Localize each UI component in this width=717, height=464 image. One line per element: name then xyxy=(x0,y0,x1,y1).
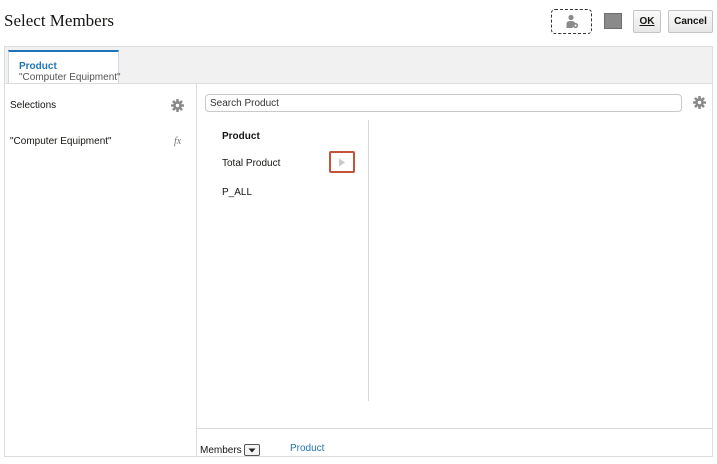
selections-panel: Selections "Computer Equipment" fx xyxy=(5,84,197,456)
layout-toggle-button[interactable] xyxy=(604,13,622,29)
user-settings-icon xyxy=(566,14,578,28)
selection-item[interactable]: "Computer Equipment" xyxy=(10,136,112,147)
user-filter-button[interactable] xyxy=(551,9,592,34)
search-input[interactable]: Search Product xyxy=(205,94,682,112)
member-item-total-product[interactable]: Total Product xyxy=(222,158,280,169)
gear-icon[interactable] xyxy=(693,96,706,109)
selections-title: Selections xyxy=(10,100,57,111)
tab-subtitle: "Computer Equipment" xyxy=(19,72,121,83)
tab-product[interactable]: Product "Computer Equipment" xyxy=(8,50,121,84)
member-item-p-all[interactable]: P_ALL xyxy=(222,187,252,198)
members-view-label: Members xyxy=(200,445,242,456)
members-column-header: Product xyxy=(222,131,260,142)
column-divider xyxy=(368,120,369,401)
members-view-dropdown[interactable] xyxy=(244,444,260,456)
function-icon[interactable]: fx xyxy=(174,136,181,147)
tab-title: Product xyxy=(19,61,57,72)
cancel-label: Cancel xyxy=(674,16,707,27)
dimension-tabstrip: Product "Computer Equipment" xyxy=(4,46,713,84)
dialog-title: Select Members xyxy=(4,11,114,30)
play-arrow-icon xyxy=(339,158,345,166)
selector-panel: Selections "Computer Equipment" fx Searc… xyxy=(4,83,713,457)
gear-icon[interactable] xyxy=(171,99,184,112)
chevron-down-icon xyxy=(248,448,256,452)
breadcrumb-product-link[interactable]: Product xyxy=(290,443,324,454)
drill-down-button[interactable] xyxy=(329,151,355,173)
ok-button[interactable]: OK xyxy=(633,10,661,33)
cancel-button[interactable]: Cancel xyxy=(668,10,713,33)
dialog-header: Select Members OK Cancel xyxy=(0,0,717,46)
ok-label: OK xyxy=(639,16,655,27)
footer-divider xyxy=(197,428,712,429)
